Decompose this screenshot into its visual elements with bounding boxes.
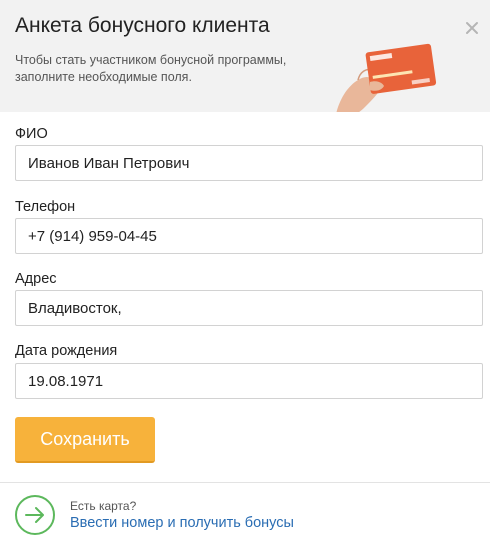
has-card-text: Есть карта? [70,499,137,513]
header: Анкета бонусного клиента Чтобы стать уча… [0,0,490,112]
fio-input[interactable] [15,145,483,181]
enter-card-link[interactable]: Ввести номер и получить бонусы [70,515,294,531]
close-icon[interactable] [464,20,480,36]
phone-label: Телефон [15,199,76,215]
fio-label: ФИО [15,126,48,142]
phone-input[interactable] [15,218,483,254]
page-title: Анкета бонусного клиента [15,14,270,37]
address-input[interactable] [15,290,483,326]
birthdate-label: Дата рождения [15,343,118,359]
enter-card-button[interactable] [15,495,55,535]
footer-divider [0,482,490,483]
arrow-right-icon [25,507,44,523]
page-subtitle: Чтобы стать участником бонусной программ… [15,53,287,84]
card-in-hand-illustration [336,43,437,112]
address-label: Адрес [15,271,57,287]
save-button[interactable]: Сохранить [15,417,155,463]
birthdate-input[interactable] [15,363,483,399]
